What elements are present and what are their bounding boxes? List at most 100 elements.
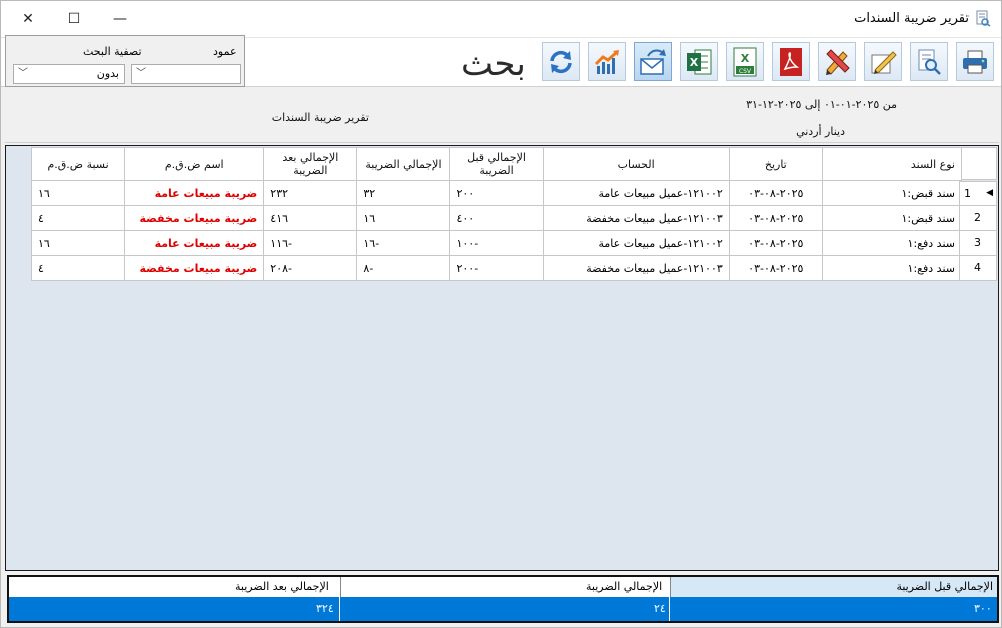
total-after-tax-header: الإجمالي بعد الضريبة [235, 580, 329, 593]
col-header-vat-name[interactable]: اسم ض.ق.م [124, 147, 265, 181]
cell-before-tax[interactable]: ٢٠٠ [449, 180, 544, 206]
cell-after-tax[interactable]: -١١٦ [263, 230, 358, 256]
cell-tax[interactable]: ٣٢ [356, 180, 451, 206]
cell-type[interactable]: سند قبض:١ [821, 205, 963, 231]
cell-vat-name[interactable]: ضريبة مبيعات عامة [124, 180, 265, 206]
export-excel-button[interactable]: X [680, 42, 718, 81]
export-csv-button[interactable]: X CSV [726, 42, 764, 81]
chevron-down-icon: ﹀ [136, 68, 146, 79]
data-table: نوع السند تاريخ الحساب الإجمالي قبل الضر… [30, 147, 963, 281]
cell-vat-name[interactable]: ضريبة مبيعات عامة [124, 230, 265, 256]
total-tax-cell: ٢٤ [340, 597, 670, 621]
cell-vat-rate[interactable]: ١٦ [30, 180, 126, 206]
cell-before-tax[interactable]: -١٠٠ [449, 230, 544, 256]
cell-vat-rate[interactable]: ١٦ [30, 230, 126, 256]
svg-text:X: X [690, 56, 699, 69]
col-header-date[interactable]: تاريخ [728, 147, 823, 181]
refresh-icon [550, 50, 572, 73]
report-icon [975, 10, 991, 27]
pdf-icon [780, 47, 802, 76]
totals-row[interactable]: ٣٢٤ ٢٤ ٣٠٠ [9, 597, 997, 621]
table-header-row: نوع السند تاريخ الحساب الإجمالي قبل الضر… [30, 147, 963, 181]
cell-type[interactable]: سند دفع:١ [821, 255, 963, 281]
table-row[interactable]: سند دفع:١ ٢٠٢٥-٠٨-٠٣ ١٢١٠٠٣-عميل مبيعات … [30, 255, 963, 281]
chevron-down-icon: ﹀ [18, 68, 28, 79]
col-header-tax[interactable]: الإجمالي الضريبة [356, 147, 451, 181]
filter-panel: عمود تصفية البحث ﹀ بدون ﹀ [5, 35, 245, 87]
search-label: بحث [461, 44, 526, 84]
cell-date[interactable]: ٢٠٢٥-٠٨-٠٣ [728, 255, 823, 281]
column-select[interactable]: ﹀ [131, 64, 241, 84]
excel-icon: X [687, 49, 712, 74]
refresh-button[interactable] [542, 42, 580, 81]
cell-after-tax[interactable]: -٢٠٨ [263, 255, 358, 281]
row-header[interactable]: 2 [959, 206, 997, 231]
total-tax-value: ٢٤ [654, 602, 666, 615]
close-button[interactable]: ✕ [5, 1, 51, 37]
minimize-button[interactable]: — [97, 1, 143, 37]
totals-panel: الإجمالي قبل الضريبة الإجمالي الضريبة ال… [7, 575, 999, 623]
table-row[interactable]: سند دفع:١ ٢٠٢٥-٠٨-٠٣ ١٢١٠٠٢-عميل مبيعات … [30, 230, 963, 256]
column-label: عمود [213, 45, 237, 58]
col-header-account[interactable]: الحساب [542, 147, 730, 181]
row-header[interactable]: ◀ 1 [959, 181, 997, 206]
cell-account[interactable]: ١٢١٠٠٢-عميل مبيعات عامة [542, 180, 730, 206]
chart-up-icon [594, 49, 619, 74]
cell-date[interactable]: ٢٠٢٥-٠٨-٠٣ [728, 205, 823, 231]
table-row[interactable]: سند قبض:١ ٢٠٢٥-٠٨-٠٣ ١٢١٠٠٢-عميل مبيعات … [30, 180, 963, 206]
report-window: ✕ ☐ — تقرير ضريبة السندات X CSV X بحث عم… [0, 0, 1002, 628]
cell-vat-name[interactable]: ضريبة مبيعات مخفضة [124, 255, 265, 281]
cell-account[interactable]: ١٢١٠٠٣-عميل مبيعات مخفضة [542, 255, 730, 281]
cell-vat-rate[interactable]: ٤ [30, 255, 126, 281]
cell-before-tax[interactable]: -٢٠٠ [449, 255, 544, 281]
total-after-tax-value: ٣٢٤ [316, 602, 334, 615]
cell-tax[interactable]: -٨ [356, 255, 451, 281]
date-range: من ٢٠٢٥-٠١-٠١ إلى ٢٠٢٥-١٢-٣١ [746, 98, 897, 111]
search-document-icon [918, 49, 941, 75]
table-row[interactable]: سند قبض:١ ٢٠٢٥-٠٨-٠٣ ١٢١٠٠٣-عميل مبيعات … [30, 205, 963, 231]
cell-date[interactable]: ٢٠٢٥-٠٨-٠٣ [728, 180, 823, 206]
report-grid: نوع السند تاريخ الحساب الإجمالي قبل الضر… [5, 145, 999, 571]
col-header-before-tax[interactable]: الإجمالي قبل الضريبة [449, 147, 544, 181]
row-header[interactable]: 3 [959, 231, 997, 256]
cell-vat-name[interactable]: ضريبة مبيعات مخفضة [124, 205, 265, 231]
window-title: تقرير ضريبة السندات [854, 11, 969, 26]
send-email-button[interactable] [634, 42, 672, 81]
title-bar: ✕ ☐ — تقرير ضريبة السندات [1, 1, 1001, 37]
tools-button[interactable] [818, 42, 856, 81]
col-header-after-tax[interactable]: الإجمالي بعد الضريبة [263, 147, 358, 181]
col-header-vat-rate[interactable]: نسبة ض.ق.م [30, 147, 126, 181]
cell-tax[interactable]: -١٦ [356, 230, 451, 256]
cell-type[interactable]: سند دفع:١ [821, 230, 963, 256]
cell-tax[interactable]: ١٦ [356, 205, 451, 231]
maximize-button[interactable]: ☐ [51, 1, 97, 37]
current-row-arrow-icon: ◀ [986, 188, 993, 198]
search-filter-select[interactable]: بدون ﹀ [13, 64, 125, 84]
cell-account[interactable]: ١٢١٠٠٣-عميل مبيعات مخفضة [542, 205, 730, 231]
cell-before-tax[interactable]: ٤٠٠ [449, 205, 544, 231]
col-header-type[interactable]: نوع السند [821, 147, 963, 181]
report-title: تقرير ضريبة السندات [271, 111, 369, 124]
row-header-corner [959, 147, 997, 180]
row-header[interactable]: 4 [959, 256, 997, 281]
total-before-tax-cell: ٣٠٠ [670, 597, 997, 621]
print-button[interactable] [956, 42, 994, 81]
edit-ruler-icon [871, 50, 897, 74]
cell-type[interactable]: سند قبض:١ [821, 180, 963, 206]
report-header: من ٢٠٢٥-٠١-٠١ إلى ٢٠٢٥-١٢-٣١ تقرير ضريبة… [5, 89, 999, 143]
cell-vat-rate[interactable]: ٤ [30, 205, 126, 231]
design-button[interactable] [864, 42, 902, 81]
currency-label: دينار أردني [796, 125, 845, 138]
cell-date[interactable]: ٢٠٢٥-٠٨-٠٣ [728, 230, 823, 256]
search-filter-label: تصفية البحث [83, 45, 142, 58]
csv-icon: X CSV [733, 47, 757, 76]
cell-after-tax[interactable]: ٤١٦ [263, 205, 358, 231]
total-after-tax-cell: ٣٢٤ [9, 597, 340, 621]
pencil-ruler-icon [826, 48, 850, 75]
total-tax-header: الإجمالي الضريبة [340, 577, 670, 597]
chart-button[interactable] [588, 42, 626, 81]
preview-button[interactable] [910, 42, 948, 81]
export-pdf-button[interactable] [772, 42, 810, 81]
cell-account[interactable]: ١٢١٠٠٢-عميل مبيعات عامة [542, 230, 730, 256]
cell-after-tax[interactable]: ٢٣٢ [263, 180, 358, 206]
